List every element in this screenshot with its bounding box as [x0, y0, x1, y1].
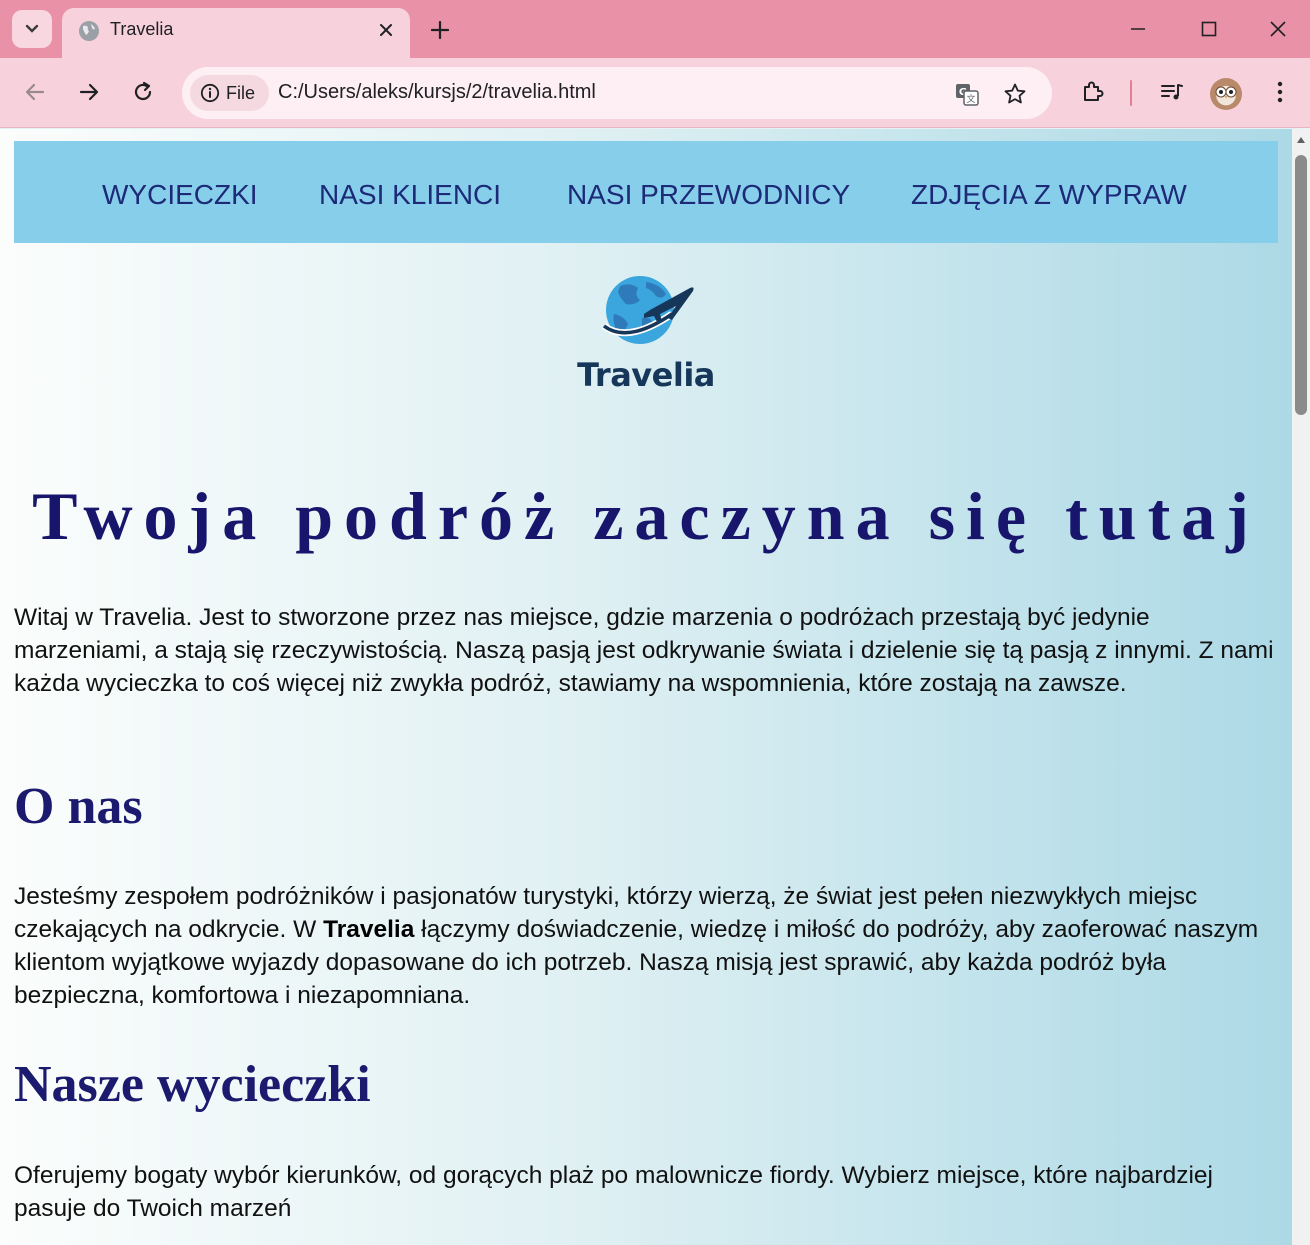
file-label: File: [226, 82, 256, 103]
nav-link-nasi-klienci[interactable]: NASI KLIENCI: [319, 179, 501, 211]
browser-tab[interactable]: Travelia: [62, 8, 410, 58]
star-icon: [1004, 83, 1026, 104]
page-viewport: WYCIECZKI NASI KLIENCI NASI PRZEWODNICY …: [0, 129, 1292, 1245]
scrollbar-thumb[interactable]: [1295, 155, 1307, 415]
minimize-button[interactable]: [1118, 10, 1158, 48]
about-paragraph: Jesteśmy zespołem podróżników i pasjonat…: [14, 880, 1276, 1012]
scroll-up-arrow-icon[interactable]: [1297, 137, 1305, 143]
tab-search-button[interactable]: [12, 10, 52, 48]
puzzle-icon: [1084, 81, 1104, 101]
about-heading: O nas: [14, 778, 143, 835]
owl-avatar-icon: [1215, 86, 1237, 99]
arrow-right-icon: [79, 83, 99, 101]
nav-link-zdjecia-z-wypraw[interactable]: ZDJĘCIA Z WYPRAW: [911, 179, 1187, 211]
site-info-chip[interactable]: File: [190, 75, 270, 111]
trips-heading: Nasze wycieczki: [14, 1056, 371, 1113]
url-text[interactable]: C:/Users/aleks/kursjs/2/travelia.html: [278, 81, 596, 104]
site-navigation: WYCIECZKI NASI KLIENCI NASI PRZEWODNICY …: [14, 141, 1278, 243]
logo-text: Travelia: [577, 356, 715, 394]
maximize-icon: [1201, 21, 1217, 37]
page-scrollbar[interactable]: [1292, 129, 1310, 1245]
plus-icon: [431, 21, 449, 39]
about-brand: Travelia: [323, 916, 415, 943]
globe-plane-logo-icon: [601, 276, 694, 344]
browser-titlebar: Travelia: [0, 0, 1310, 58]
back-button[interactable]: [15, 72, 55, 112]
nav-link-nasi-przewodnicy[interactable]: NASI PRZEWODNICY: [567, 179, 850, 211]
close-icon: [1270, 21, 1286, 37]
intro-paragraph: Witaj w Travelia. Jest to stworzone prze…: [14, 604, 1274, 697]
reload-icon: [134, 81, 152, 101]
more-vertical-icon: [1277, 81, 1283, 103]
close-icon: [380, 24, 392, 36]
playlist-music-icon: [1161, 84, 1183, 100]
chevron-down-icon: [25, 24, 39, 33]
tab-title: Travelia: [110, 19, 174, 39]
profile-avatar[interactable]: [1210, 78, 1242, 110]
new-tab-button[interactable]: [424, 14, 456, 46]
svg-text:文: 文: [966, 93, 975, 105]
arrow-left-icon: [25, 83, 45, 101]
browser-toolbar: File C:/Users/aleks/kursjs/2/travelia.ht…: [0, 58, 1310, 128]
minimize-icon: [1131, 28, 1145, 30]
maximize-button[interactable]: [1189, 10, 1229, 48]
close-window-button[interactable]: [1258, 10, 1298, 48]
travelia-logo: Travelia: [568, 274, 728, 396]
hero-title: Twoja podróż zaczyna się tutaj: [32, 478, 1260, 554]
nav-link-wycieczki[interactable]: WYCIECZKI: [102, 179, 258, 211]
toolbar-separator: [1130, 80, 1132, 106]
extensions-button[interactable]: [1073, 72, 1113, 112]
browser-menu-button[interactable]: [1260, 72, 1300, 112]
media-controls-button[interactable]: [1152, 72, 1192, 112]
bookmark-button[interactable]: [1000, 79, 1030, 109]
globe-icon: [79, 21, 99, 41]
forward-button[interactable]: [69, 72, 109, 112]
translate-icon: G文: [956, 84, 979, 106]
trips-paragraph: Oferujemy bogaty wybór kierunków, od gor…: [14, 1162, 1213, 1222]
close-tab-button[interactable]: [374, 18, 398, 42]
reload-button[interactable]: [123, 72, 163, 112]
address-bar[interactable]: File C:/Users/aleks/kursjs/2/travelia.ht…: [182, 67, 1052, 119]
info-icon: [200, 83, 220, 103]
translate-button[interactable]: G文: [952, 79, 982, 109]
